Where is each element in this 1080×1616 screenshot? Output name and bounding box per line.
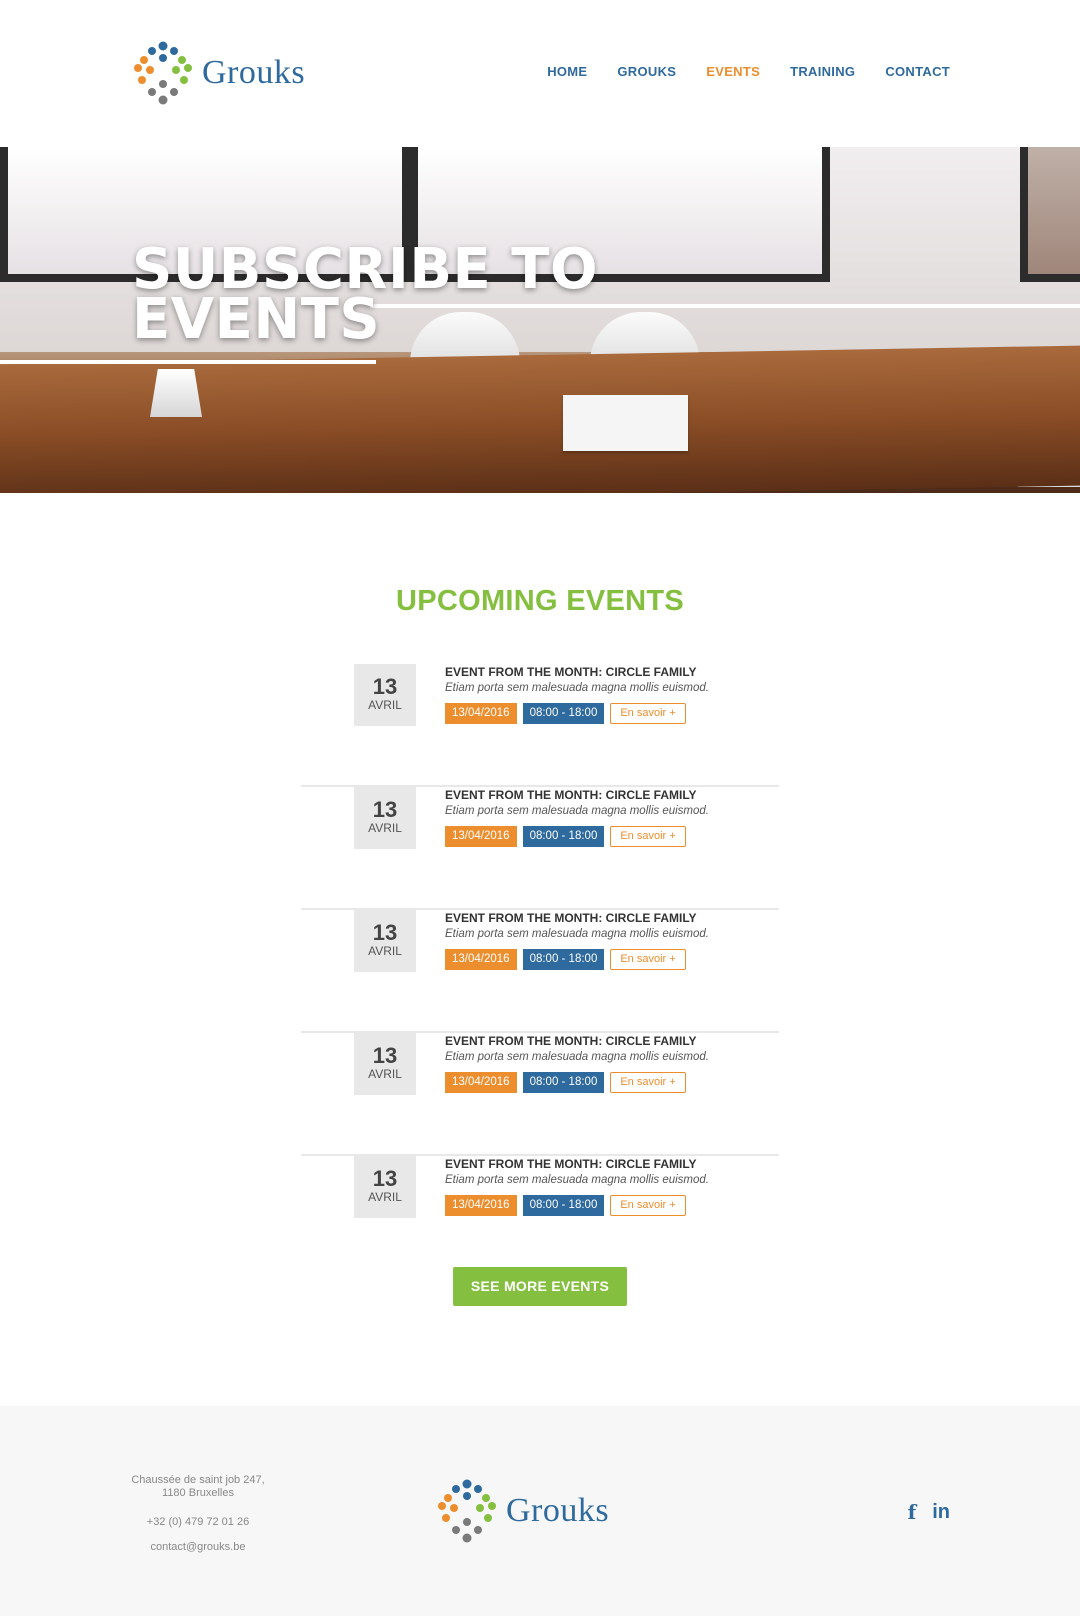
event-date-box: 13 AVRIL: [354, 787, 416, 849]
event-title: EVENT FROM THE MONTH: CIRCLE FAMILY: [445, 665, 697, 679]
event-day: 13: [372, 797, 398, 822]
event-description: Etiam porta sem malesuada magna mollis e…: [445, 1051, 709, 1063]
event-meta: 13/04/2016 08:00 - 18:00 En savoir +: [445, 1072, 686, 1093]
event-item: 13 AVRIL EVENT FROM THE MONTH: CIRCLE FA…: [301, 787, 779, 910]
event-description: Etiam porta sem malesuada magna mollis e…: [445, 928, 709, 940]
hero-underline: [0, 360, 376, 364]
event-time-badge: 08:00 - 18:00: [522, 826, 605, 847]
footer-logo-text: Grouks: [506, 1492, 610, 1529]
event-item: 13 AVRIL EVENT FROM THE MONTH: CIRCLE FA…: [301, 1156, 779, 1226]
event-date-box: 13 AVRIL: [354, 664, 416, 726]
event-time-badge: 08:00 - 18:00: [522, 1195, 605, 1216]
linkedin-icon[interactable]: in: [932, 1501, 950, 1524]
event-month: AVRIL: [368, 1067, 402, 1081]
event-description: Etiam porta sem malesuada magna mollis e…: [445, 805, 709, 817]
event-item: 13 AVRIL EVENT FROM THE MONTH: CIRCLE FA…: [301, 1033, 779, 1156]
event-day: 13: [372, 1043, 398, 1068]
hero-title: SUBSCRIBE TO EVENTS: [132, 242, 598, 348]
nav-grouks[interactable]: GROUKS: [617, 64, 676, 79]
event-title: EVENT FROM THE MONTH: CIRCLE FAMILY: [445, 1157, 697, 1171]
nav-home[interactable]: HOME: [547, 64, 587, 79]
event-description: Etiam porta sem malesuada magna mollis e…: [445, 1174, 709, 1186]
event-date-badge: 13/04/2016: [445, 703, 517, 724]
event-date-badge: 13/04/2016: [445, 826, 517, 847]
event-title: EVENT FROM THE MONTH: CIRCLE FAMILY: [445, 911, 697, 925]
logo-text: Grouks: [202, 54, 306, 91]
event-more-button[interactable]: En savoir +: [610, 1195, 686, 1216]
site-footer: Chaussée de saint job 247, 1180 Bruxelle…: [0, 1406, 1080, 1616]
event-date-badge: 13/04/2016: [445, 1072, 517, 1093]
event-day: 13: [372, 920, 398, 945]
footer-address-line2: 1180 Bruxelles: [162, 1487, 234, 1499]
event-meta: 13/04/2016 08:00 - 18:00 En savoir +: [445, 703, 686, 724]
event-title: EVENT FROM THE MONTH: CIRCLE FAMILY: [445, 1034, 697, 1048]
event-meta: 13/04/2016 08:00 - 18:00 En savoir +: [445, 826, 686, 847]
social-links: f in: [908, 1500, 950, 1524]
event-day: 13: [372, 674, 398, 699]
hero-banner: SUBSCRIBE TO EVENTS: [0, 147, 1080, 493]
event-more-button[interactable]: En savoir +: [610, 949, 686, 970]
footer-email[interactable]: contact@grouks.be: [118, 1541, 278, 1553]
event-month: AVRIL: [368, 1190, 402, 1204]
event-time-badge: 08:00 - 18:00: [522, 1072, 605, 1093]
hero-paper: [563, 395, 688, 451]
facebook-icon[interactable]: f: [908, 1500, 917, 1524]
event-month: AVRIL: [368, 698, 402, 712]
event-time-badge: 08:00 - 18:00: [522, 949, 605, 970]
event-date-box: 13 AVRIL: [354, 1156, 416, 1218]
footer-address: Chaussée de saint job 247, 1180 Bruxelle…: [118, 1474, 278, 1500]
event-date-box: 13 AVRIL: [354, 910, 416, 972]
event-title: EVENT FROM THE MONTH: CIRCLE FAMILY: [445, 788, 697, 802]
event-description: Etiam porta sem malesuada magna mollis e…: [445, 682, 709, 694]
site-header: Grouks HOME GROUKS EVENTS TRAINING CONTA…: [0, 0, 1080, 147]
event-meta: 13/04/2016 08:00 - 18:00 En savoir +: [445, 1195, 686, 1216]
logo[interactable]: Grouks: [130, 40, 305, 106]
nav-training[interactable]: TRAINING: [790, 64, 855, 79]
event-day: 13: [372, 1166, 398, 1191]
event-date-badge: 13/04/2016: [445, 949, 517, 970]
hero-window: [1020, 147, 1080, 282]
footer-phone[interactable]: +32 (0) 479 72 01 26: [118, 1516, 278, 1528]
footer-logo[interactable]: Grouks: [434, 1478, 609, 1544]
main-nav: HOME GROUKS EVENTS TRAINING CONTACT: [547, 64, 950, 79]
logo-icon: [438, 1479, 496, 1543]
event-date-box: 13 AVRIL: [354, 1033, 416, 1095]
event-item: 13 AVRIL EVENT FROM THE MONTH: CIRCLE FA…: [301, 910, 779, 1033]
event-more-button[interactable]: En savoir +: [610, 1072, 686, 1093]
event-more-button[interactable]: En savoir +: [610, 826, 686, 847]
event-date-badge: 13/04/2016: [445, 1195, 517, 1216]
hero-title-line2: EVENTS: [132, 287, 381, 352]
logo-icon: [134, 41, 192, 105]
nav-events[interactable]: EVENTS: [706, 64, 760, 79]
event-item: 13 AVRIL EVENT FROM THE MONTH: CIRCLE FA…: [301, 664, 779, 787]
hero-card-holder: [150, 369, 202, 417]
event-month: AVRIL: [368, 944, 402, 958]
event-month: AVRIL: [368, 821, 402, 835]
section-title: UPCOMING EVENTS: [395, 585, 685, 617]
nav-contact[interactable]: CONTACT: [885, 64, 950, 79]
hero-table: [0, 344, 1080, 493]
event-meta: 13/04/2016 08:00 - 18:00 En savoir +: [445, 949, 686, 970]
event-time-badge: 08:00 - 18:00: [522, 703, 605, 724]
footer-address-line1: Chaussée de saint job 247,: [131, 1474, 265, 1486]
see-more-events-button[interactable]: SEE MORE EVENTS: [453, 1267, 627, 1306]
event-more-button[interactable]: En savoir +: [610, 703, 686, 724]
